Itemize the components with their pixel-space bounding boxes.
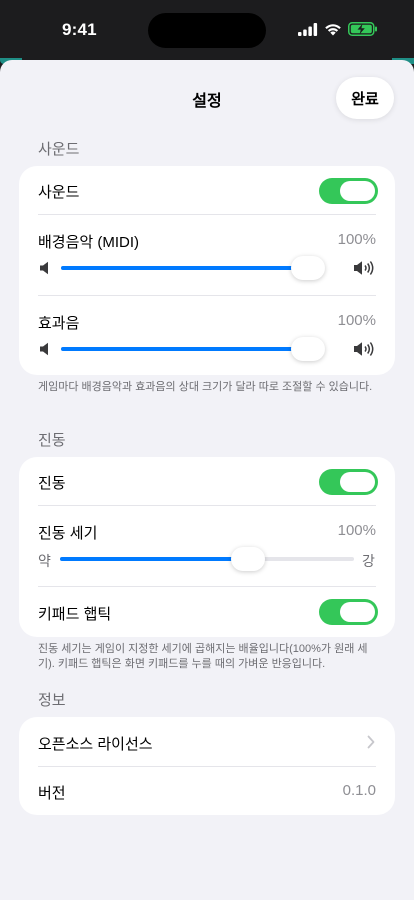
toggle-knob [340, 602, 375, 622]
vibration-strong-label: 강 [362, 553, 375, 569]
info-card: 오픈소스 라이선스 버전 0.1.0 [19, 717, 395, 815]
vibration-strength-value: 100% [337, 522, 376, 539]
vibration-toggle[interactable] [319, 469, 378, 495]
slider-fill [61, 347, 308, 351]
vibration-strength-slider[interactable] [60, 544, 354, 574]
vibration-toggle-row: 진동 [19, 457, 395, 505]
version-value: 0.1.0 [342, 782, 376, 799]
version-row: 버전 0.1.0 [19, 767, 395, 815]
settings-sheet: 설정 완료 사운드 사운드 배경음악 (MIDI) 100% 효과음 100% … [0, 60, 414, 900]
slider-fill [61, 266, 308, 270]
dynamic-island [148, 13, 266, 48]
version-label: 버전 [38, 785, 66, 802]
cellular-signal-icon [298, 22, 318, 36]
chevron-right-icon [367, 735, 375, 749]
section-header-info: 정보 [38, 692, 66, 709]
bgm-volume-row: 배경음악 (MIDI) 100% [19, 215, 395, 295]
vibration-weak-label: 약 [38, 553, 51, 569]
battery-charging-icon [348, 22, 377, 36]
keypad-haptic-toggle[interactable] [319, 599, 378, 625]
speaker-mute-icon [40, 342, 48, 356]
bgm-volume-slider[interactable] [61, 253, 325, 283]
slider-thumb[interactable] [291, 256, 325, 280]
speaker-loud-icon [354, 342, 374, 356]
section-header-sound: 사운드 [38, 141, 80, 158]
sfx-volume-label: 효과음 [38, 315, 80, 332]
status-bar: 9:41 [0, 0, 414, 60]
open-source-licenses-label: 오픈소스 라이선스 [38, 736, 153, 753]
vibration-footer-note: 진동 세기는 게임이 지정한 세기에 곱해지는 배율입니다(100%가 원래 세… [38, 643, 368, 670]
vibration-strength-label: 진동 세기 [38, 525, 98, 542]
bgm-volume-label: 배경음악 (MIDI) [38, 234, 140, 251]
done-button[interactable]: 완료 [336, 77, 394, 119]
bgm-volume-value: 100% [337, 231, 376, 248]
slider-thumb[interactable] [231, 547, 265, 571]
sound-toggle[interactable] [319, 178, 378, 204]
vibration-strength-row: 진동 세기 100% 약 강 [19, 506, 395, 586]
sfx-volume-slider[interactable] [61, 334, 325, 364]
keypad-haptic-row: 키패드 햅틱 [19, 587, 395, 637]
status-icons [298, 22, 378, 36]
keypad-haptic-label: 키패드 햅틱 [38, 606, 112, 623]
sound-card: 사운드 배경음악 (MIDI) 100% 효과음 100% [19, 166, 395, 375]
speaker-mute-icon [40, 261, 48, 275]
sfx-volume-row: 효과음 100% [19, 296, 395, 375]
sfx-volume-value: 100% [337, 312, 376, 329]
open-source-licenses-row[interactable]: 오픈소스 라이선스 [19, 717, 395, 766]
toggle-knob [340, 472, 375, 492]
vibration-card: 진동 진동 세기 100% 약 강 키패드 햅틱 [19, 457, 395, 637]
speaker-loud-icon [354, 261, 374, 275]
toggle-knob [340, 181, 375, 201]
wifi-icon [325, 23, 341, 35]
sound-toggle-row: 사운드 [19, 166, 395, 214]
slider-fill [60, 557, 248, 561]
slider-thumb[interactable] [291, 337, 325, 361]
vibration-toggle-label: 진동 [38, 475, 66, 492]
sound-toggle-label: 사운드 [38, 184, 80, 201]
status-time: 9:41 [62, 20, 97, 39]
sound-footer-note: 게임마다 배경음악과 효과음의 상대 크기가 달라 따로 조절할 수 있습니다. [38, 381, 373, 393]
section-header-vibration: 진동 [38, 432, 66, 449]
